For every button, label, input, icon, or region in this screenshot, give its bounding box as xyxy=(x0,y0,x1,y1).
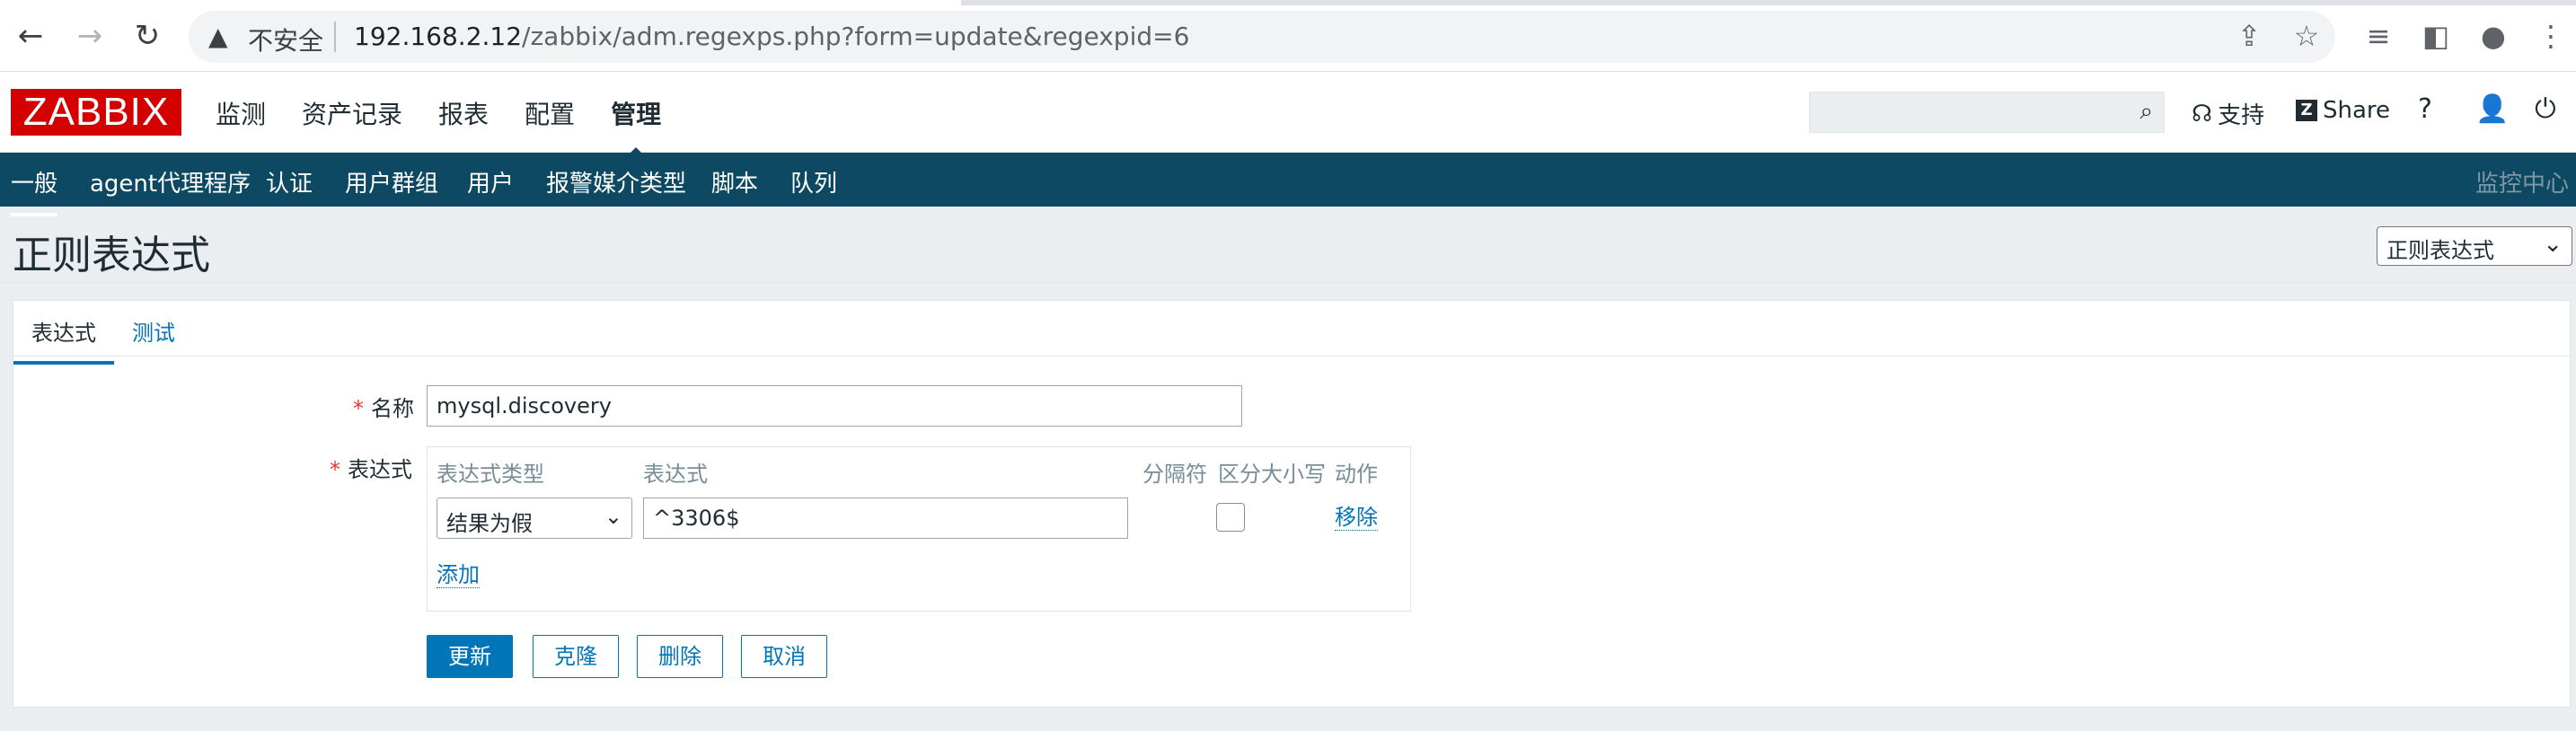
search-icon[interactable]: ⌕ xyxy=(2139,98,2153,126)
subnav-queue[interactable]: 队列 xyxy=(790,165,837,198)
active-tab[interactable] xyxy=(0,0,961,5)
sign-out-icon[interactable]: ⏻ xyxy=(2535,93,2556,125)
zabbix-share-icon: Z xyxy=(2296,100,2317,121)
name-label: * 名称 xyxy=(353,391,414,422)
bookmark-star-icon[interactable]: ☆ xyxy=(2289,18,2325,54)
subnav-scripts[interactable]: 脚本 xyxy=(711,165,758,198)
side-panel-icon[interactable]: ◧ xyxy=(2418,18,2454,54)
required-asterisk: * xyxy=(353,396,364,421)
user-profile-icon[interactable]: 👤 xyxy=(2475,93,2509,125)
update-button[interactable]: 更新 xyxy=(427,635,513,678)
profile-icon[interactable]: ● xyxy=(2475,18,2511,54)
reading-list-icon[interactable]: ≡ xyxy=(2360,18,2396,54)
expression-label-text: 表达式 xyxy=(348,457,412,482)
menu-inventory[interactable]: 资产记录 xyxy=(302,95,402,131)
share-page-icon[interactable]: ⇪ xyxy=(2231,18,2267,54)
expression-type-select[interactable]: 结果为假 ⌄ xyxy=(437,498,632,539)
name-field[interactable]: mysql.discovery xyxy=(427,385,1242,427)
menu-reports[interactable]: 报表 xyxy=(438,95,489,131)
main-menu: 监测 资产记录 报表 配置 管理 xyxy=(216,95,697,160)
header-search-input[interactable]: ⌕ xyxy=(1809,92,2165,133)
url-host: 192.168.2.12 xyxy=(354,22,523,51)
subnav-general[interactable]: 一般 xyxy=(11,165,58,216)
expression-type-value: 结果为假 xyxy=(446,511,533,536)
back-icon[interactable]: ← xyxy=(13,18,49,54)
page-view-select-value: 正则表达式 xyxy=(2386,238,2494,263)
security-label[interactable]: 不安全 xyxy=(248,22,323,57)
tab-strip xyxy=(0,0,2576,5)
form-tabs: 表达式 测试 xyxy=(13,301,2570,365)
menu-administration[interactable]: 管理 xyxy=(611,95,661,160)
sub-navigation: 一般 agent代理程序 认证 用户群组 用户 报警媒介类型 脚本 队列 监控中… xyxy=(0,153,2576,216)
name-label-text: 名称 xyxy=(371,396,414,421)
column-header-delimiter: 分隔符 xyxy=(1142,462,1207,487)
tab-expressions[interactable]: 表达式 xyxy=(13,315,114,365)
help-icon[interactable]: ? xyxy=(2418,93,2432,125)
title-divider xyxy=(0,282,2576,283)
url-text[interactable]: 192.168.2.12/zabbix/adm.regexps.php?form… xyxy=(354,22,1189,51)
add-expression-link[interactable]: 添加 xyxy=(437,562,480,588)
zabbix-header: ZABBIX 监测 资产记录 报表 配置 管理 ⌕ ☊ 支持 Z Share ? 👤… xyxy=(0,72,2576,160)
page-view-select[interactable]: 正则表达式 ⌄ xyxy=(2377,226,2572,266)
regexp-form-panel: 表达式 测试 * 名称 mysql.discovery * 表达式 表达式类型 表达… xyxy=(13,300,2571,708)
delete-button[interactable]: 删除 xyxy=(637,635,723,678)
required-asterisk: * xyxy=(330,457,340,482)
reload-icon[interactable]: ↻ xyxy=(129,18,165,54)
clone-button[interactable]: 克隆 xyxy=(533,635,619,678)
chevron-down-icon: ⌄ xyxy=(604,504,622,529)
browser-toolbar: ← → ↻ ▲ 不安全 192.168.2.12/zabbix/adm.rege… xyxy=(0,0,2576,72)
headset-icon: ☊ xyxy=(2192,100,2213,128)
menu-monitoring[interactable]: 监测 xyxy=(216,95,266,131)
menu-configuration[interactable]: 配置 xyxy=(525,95,575,131)
column-header-expression: 表达式 xyxy=(643,462,708,487)
expressions-table: 表达式类型 表达式 分隔符 区分大小写 动作 结果为假 ⌄ ^3306$ 移除 添… xyxy=(427,446,1411,612)
remove-link[interactable]: 移除 xyxy=(1335,505,1378,531)
omnibox-separator xyxy=(334,22,336,52)
subnav-proxies[interactable]: agent代理程序 xyxy=(90,165,251,198)
share-label: Share xyxy=(2323,97,2391,124)
forward-icon[interactable]: → xyxy=(72,18,108,54)
kebab-menu-icon[interactable]: ⋮ xyxy=(2533,18,2569,54)
subnav-user-groups[interactable]: 用户群组 xyxy=(345,165,438,198)
url-path: /zabbix/adm.regexps.php?form=update&rege… xyxy=(522,22,1190,51)
column-header-case-sensitive: 区分大小写 xyxy=(1218,462,1326,487)
case-sensitive-checkbox[interactable] xyxy=(1216,503,1245,532)
address-bar[interactable]: ▲ 不安全 192.168.2.12/zabbix/adm.regexps.ph… xyxy=(189,11,2335,63)
support-label: 支持 xyxy=(2218,102,2265,129)
zabbix-logo[interactable]: ZABBIX xyxy=(11,89,181,136)
column-header-action: 动作 xyxy=(1335,462,1378,487)
column-header-type: 表达式类型 xyxy=(437,462,544,487)
cancel-button[interactable]: 取消 xyxy=(741,635,827,678)
share-link[interactable]: Z Share xyxy=(2296,97,2390,124)
subnav-users[interactable]: 用户 xyxy=(467,165,514,198)
subnav-media-types[interactable]: 报警媒介类型 xyxy=(546,165,686,198)
expression-input[interactable]: ^3306$ xyxy=(643,498,1128,539)
tab-test[interactable]: 测试 xyxy=(132,315,175,347)
subnav-authentication[interactable]: 认证 xyxy=(266,165,313,198)
support-link[interactable]: ☊ 支持 xyxy=(2192,97,2264,130)
subnav-monitoring-center[interactable]: 监控中心 xyxy=(2475,165,2569,198)
warning-icon[interactable]: ▲ xyxy=(208,22,228,51)
page-title: 正则表达式 xyxy=(13,233,210,278)
expression-label: * 表达式 xyxy=(330,452,412,483)
chevron-down-icon: ⌄ xyxy=(2543,231,2563,258)
